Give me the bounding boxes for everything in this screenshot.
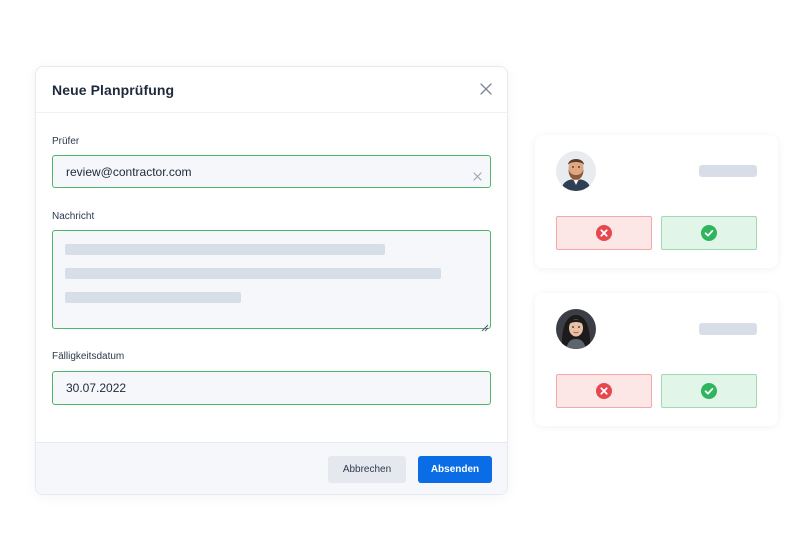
approve-button[interactable] (661, 374, 757, 408)
message-placeholder-line (65, 268, 441, 279)
reviewer-label: Prüfer (52, 136, 80, 147)
cancel-button[interactable]: Abbrechen (328, 456, 406, 483)
dialog-header: Neue Planprüfung (36, 67, 507, 113)
review-card (535, 293, 778, 426)
message-placeholder-line (65, 244, 385, 255)
message-textarea[interactable] (52, 230, 491, 332)
message-placeholder-line (65, 292, 241, 303)
review-card (535, 135, 778, 268)
submit-button[interactable]: Absenden (418, 456, 492, 483)
reject-button[interactable] (556, 374, 652, 408)
x-circle-icon (596, 383, 612, 399)
check-circle-icon (701, 225, 717, 241)
reviewer-name-placeholder (699, 165, 757, 177)
due-date-value: 30.07.2022 (66, 381, 127, 395)
x-circle-icon (596, 225, 612, 241)
resize-handle-icon[interactable] (481, 319, 489, 332)
avatar-man-beard-icon (556, 151, 596, 191)
reject-button[interactable] (556, 216, 652, 250)
dialog-footer: Abbrechen Absenden (36, 442, 507, 494)
approve-button[interactable] (661, 216, 757, 250)
new-plan-review-dialog: Neue Planprüfung Prüfer review@contracto… (35, 66, 508, 495)
reviewer-value: review@contractor.com (66, 165, 192, 179)
clear-input-icon[interactable] (473, 168, 482, 181)
due-date-label: Fälligkeitsdatum (52, 351, 125, 362)
avatar-woman-dark-hair-icon (556, 309, 596, 349)
message-label: Nachricht (52, 211, 95, 222)
check-circle-icon (701, 383, 717, 399)
reviewer-input[interactable]: review@contractor.com (52, 155, 491, 188)
close-icon[interactable] (479, 82, 493, 96)
reviewer-name-placeholder (699, 323, 757, 335)
due-date-input[interactable]: 30.07.2022 (52, 371, 491, 405)
dialog-title: Neue Planprüfung (52, 82, 175, 98)
